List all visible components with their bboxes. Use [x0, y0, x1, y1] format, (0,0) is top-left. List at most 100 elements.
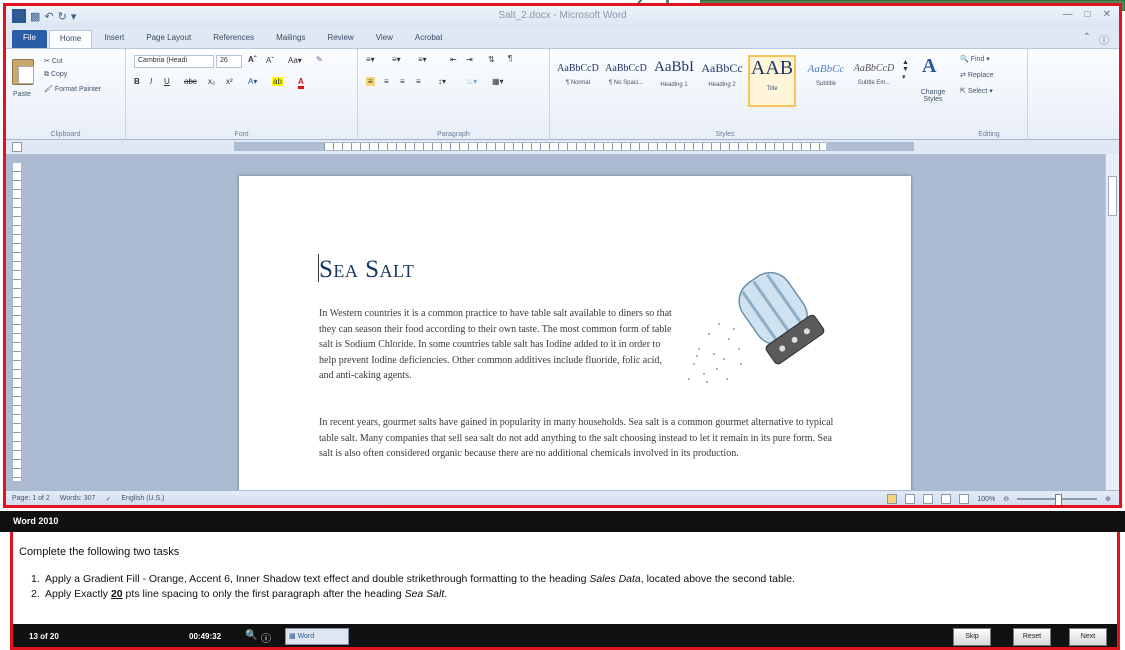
superscript-icon[interactable]: x² — [226, 77, 233, 86]
window-controls: — □ ✕ — [1063, 9, 1111, 20]
shrink-font-icon[interactable]: Aˇ — [266, 56, 274, 65]
format-painter-button[interactable]: 🖌 Format Painter — [44, 85, 101, 93]
word-taskbar-button[interactable]: ▩ Word — [285, 628, 349, 645]
tab-view[interactable]: View — [366, 30, 403, 48]
question-progress: 13 of 20 — [29, 632, 59, 641]
doc-paragraph-1[interactable]: In Western countries it is a common prac… — [319, 306, 674, 384]
tab-file[interactable]: File — [12, 30, 47, 48]
line-spacing-icon[interactable]: ↕▾ — [438, 77, 446, 86]
tab-home[interactable]: Home — [48, 30, 93, 48]
text-effects-icon[interactable]: A▾ — [248, 77, 257, 86]
change-styles-button[interactable]: Change Styles — [916, 89, 950, 103]
document-area: Sea Salt In Western countries it is a co… — [6, 154, 1119, 496]
draft-view-button[interactable] — [959, 494, 970, 504]
vertical-scrollbar[interactable] — [1105, 154, 1119, 490]
close-icon[interactable]: ✕ — [1103, 9, 1111, 20]
sort-icon[interactable]: ⇅ — [488, 55, 495, 64]
bold-icon[interactable]: B — [134, 77, 140, 86]
tab-mailings[interactable]: Mailings — [266, 30, 315, 48]
subscript-icon[interactable]: x₂ — [208, 77, 215, 86]
style-subtitle[interactable]: AaBbCc Subtitle — [804, 55, 848, 107]
align-center-icon[interactable]: ≡ — [384, 77, 389, 86]
ribbon-tabs: File Home Insert Page Layout References … — [6, 28, 1119, 48]
zoom-icon[interactable]: 🔍 — [245, 630, 257, 641]
cut-button[interactable]: ✂ Cut — [44, 57, 63, 65]
style-normal[interactable]: AaBbCcD ¶ Normal — [556, 55, 600, 107]
reset-button[interactable]: Reset — [1013, 628, 1051, 646]
print-layout-view-button[interactable] — [887, 494, 898, 504]
style-heading-2[interactable]: AaBbCc Heading 2 — [700, 55, 744, 107]
highlight-icon[interactable]: ab — [272, 77, 283, 86]
web-layout-view-button[interactable] — [923, 494, 934, 504]
help-icon[interactable]: ⓘ — [1099, 32, 1109, 47]
change-styles-icon[interactable]: A — [922, 55, 936, 78]
style-heading-1[interactable]: AaBbI Heading 1 — [652, 55, 696, 107]
zoom-in-icon[interactable]: ⊕ — [1105, 495, 1111, 503]
increase-indent-icon[interactable]: ⇥ — [466, 55, 473, 64]
paste-icon[interactable] — [12, 59, 34, 85]
align-left-icon[interactable]: ≡ — [366, 77, 375, 86]
paste-button[interactable]: Paste — [13, 91, 31, 98]
style-title[interactable]: AAB Title — [748, 55, 796, 107]
clipboard-group-label: Clipboard — [50, 131, 81, 138]
proofing-icon[interactable]: ✓ — [105, 495, 111, 503]
change-case-icon[interactable]: Aa▾ — [288, 56, 302, 65]
tab-references[interactable]: References — [203, 30, 264, 48]
tab-insert[interactable]: Insert — [94, 30, 134, 48]
salt-shaker-image[interactable] — [679, 254, 829, 394]
scrollbar-thumb[interactable] — [1108, 176, 1117, 216]
replace-button[interactable]: ⇄ Replace — [960, 71, 994, 79]
shading-icon[interactable]: ♨▾ — [466, 77, 477, 86]
find-button[interactable]: 🔍 Find ▾ — [960, 55, 990, 63]
tab-stop-selector[interactable] — [12, 142, 22, 152]
maximize-icon[interactable]: □ — [1085, 9, 1091, 20]
font-color-icon[interactable]: A — [298, 77, 304, 89]
word-count[interactable]: Words: 307 — [60, 495, 96, 503]
task-1-target: Sales Data — [589, 573, 641, 585]
show-hide-icon[interactable]: ¶ — [508, 54, 512, 63]
status-left: Page: 1 of 2 Words: 307 ✓ English (U.S.) — [12, 495, 165, 503]
font-size-box[interactable]: 26 — [216, 55, 242, 68]
doc-paragraph-2[interactable]: In recent years, gourmet salts have gain… — [319, 415, 839, 462]
strikethrough-icon[interactable]: abc — [184, 77, 197, 86]
multilevel-list-icon[interactable]: ≡▾ — [418, 55, 427, 64]
language-indicator[interactable]: English (U.S.) — [121, 495, 164, 503]
help-info-icon[interactable]: ⓘ — [261, 630, 271, 645]
tab-page-layout[interactable]: Page Layout — [136, 30, 201, 48]
borders-icon[interactable]: ▦▾ — [492, 77, 504, 86]
task-2-target: Sea Salt — [404, 588, 445, 600]
style-no-spacing[interactable]: AaBbCcD ¶ No Spaci... — [604, 55, 648, 107]
minimize-ribbon-icon[interactable]: ⌃ — [1083, 32, 1091, 47]
page-count[interactable]: Page: 1 of 2 — [12, 495, 50, 503]
clear-formatting-icon[interactable]: ✎ — [316, 55, 323, 64]
font-group-label: Font — [234, 131, 249, 138]
horizontal-ruler[interactable] — [234, 142, 914, 151]
word-window: W ▩ ↶ ↻ ▾ Salt_2.docx - Microsoft Word —… — [3, 3, 1122, 508]
zoom-out-icon[interactable]: ⊖ — [1003, 495, 1009, 503]
style-subtle-emphasis[interactable]: AaBbCcD Subtle Em... — [852, 55, 896, 107]
decrease-indent-icon[interactable]: ⇤ — [450, 55, 457, 64]
zoom-slider[interactable] — [1017, 494, 1098, 505]
copy-button[interactable]: ⧉ Copy — [44, 71, 67, 79]
next-button[interactable]: Next — [1069, 628, 1107, 646]
full-screen-view-button[interactable] — [905, 494, 916, 504]
paragraph-group: ≡▾ ≡▾ ≡▾ ⇤ ⇥ ⇅ ¶ ≡ ≡ ≡ ≡ ↕▾ ♨▾ ▦▾ Paragr… — [358, 49, 550, 141]
tab-acrobat[interactable]: Acrobat — [405, 30, 453, 48]
underline-icon[interactable]: U — [164, 77, 170, 86]
doc-heading-sea-salt[interactable]: Sea Salt — [319, 256, 414, 284]
outline-view-button[interactable] — [941, 494, 952, 504]
minimize-icon[interactable]: — — [1063, 9, 1073, 20]
font-name-box[interactable]: Cambria (Headi — [134, 55, 214, 68]
justify-icon[interactable]: ≡ — [416, 77, 421, 86]
skip-button[interactable]: Skip — [953, 628, 991, 646]
bullets-icon[interactable]: ≡▾ — [366, 55, 375, 64]
numbering-icon[interactable]: ≡▾ — [392, 55, 401, 64]
document-page[interactable]: Sea Salt In Western countries it is a co… — [239, 176, 911, 496]
align-right-icon[interactable]: ≡ — [400, 77, 405, 86]
styles-more-icon[interactable]: ▲ ▼ ▾ — [902, 59, 909, 81]
italic-icon[interactable]: I — [150, 77, 152, 86]
tab-review[interactable]: Review — [317, 30, 363, 48]
select-button[interactable]: ⇱ Select ▾ — [960, 87, 993, 95]
grow-font-icon[interactable]: Aˆ — [248, 55, 256, 64]
zoom-level[interactable]: 100% — [977, 496, 995, 503]
